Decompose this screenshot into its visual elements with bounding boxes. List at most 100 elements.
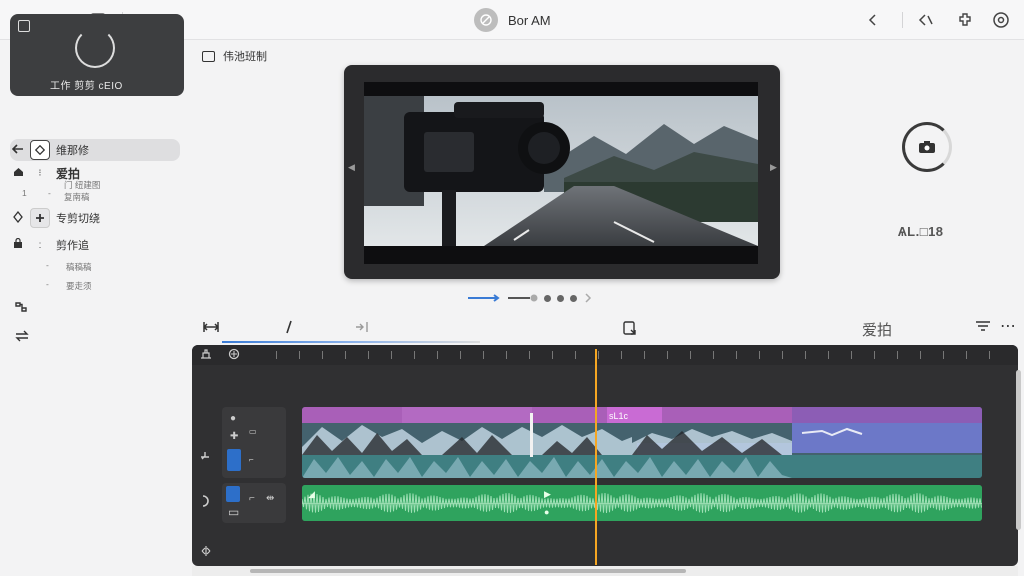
audio-marker-icon: ◢ bbox=[308, 489, 315, 499]
sidebar-item-label: 剪作追 bbox=[56, 240, 89, 252]
timeline-scrollbar[interactable] bbox=[192, 566, 1018, 576]
app-logo-icon bbox=[474, 8, 498, 32]
pager-active-dot-icon[interactable] bbox=[508, 294, 538, 302]
audio-keyframe-icon: ● bbox=[544, 507, 549, 517]
split-track-icon[interactable] bbox=[200, 545, 212, 560]
timeline-ruler[interactable] bbox=[192, 345, 1018, 365]
preview-label-text: 伟池班制 bbox=[223, 51, 267, 63]
ruler-tick bbox=[897, 351, 898, 359]
monitor-icon[interactable]: ▭ bbox=[228, 505, 239, 519]
sidebar-bullet: - bbox=[46, 260, 49, 270]
sidebar-item-sub: 稿稿稿 bbox=[66, 262, 92, 272]
ruler-tick bbox=[575, 351, 576, 359]
snap-icon[interactable] bbox=[228, 348, 240, 363]
sidebar-item-4[interactable]: : 剪作追 bbox=[10, 234, 89, 256]
dot-icon: : bbox=[38, 239, 42, 251]
audio-track-icon[interactable] bbox=[200, 495, 210, 510]
sidebar-item-sub: 要走须 bbox=[66, 281, 92, 291]
timeline[interactable]: ● ✚ ▭ ⌐ ▭ ⌐ ⇹ sL1c ◢ ▶ ● bbox=[192, 345, 1018, 566]
pager-dot[interactable] bbox=[544, 294, 551, 302]
pager-dot[interactable] bbox=[570, 294, 577, 302]
swap-icon[interactable] bbox=[14, 330, 30, 345]
crop-icon[interactable]: ⌐ bbox=[249, 455, 254, 464]
ruler-tick bbox=[851, 351, 852, 359]
pager-next-icon[interactable] bbox=[583, 293, 593, 303]
sidebar bbox=[0, 40, 192, 576]
sidebar-item-3[interactable]: 专剪切绕 bbox=[10, 207, 100, 229]
plus-icon bbox=[30, 208, 50, 228]
video-clip[interactable]: sL1c bbox=[302, 407, 982, 478]
ruler-tick bbox=[736, 351, 737, 359]
preview-toggle[interactable]: 伟池班制 bbox=[202, 48, 267, 64]
title-clip-label: sL1c bbox=[609, 411, 629, 421]
ruler-tick bbox=[552, 351, 553, 359]
video-track-header[interactable]: ● ✚ ▭ ⌐ bbox=[222, 407, 286, 478]
settings-icon[interactable] bbox=[991, 10, 1011, 30]
pager-dot[interactable] bbox=[557, 294, 564, 302]
audio-keyframe-icon: ▶ bbox=[544, 489, 551, 499]
ruler-tick bbox=[644, 351, 645, 359]
sidebar-bullet: 1 bbox=[22, 188, 27, 198]
preview-checkbox[interactable] bbox=[202, 50, 215, 62]
audio-select-indicator[interactable] bbox=[226, 486, 240, 502]
collaborate-icon[interactable] bbox=[916, 10, 936, 30]
toolbar-active-underline bbox=[222, 341, 480, 343]
ruler-tick bbox=[690, 351, 691, 359]
ruler-tick bbox=[667, 351, 668, 359]
ruler-tick bbox=[322, 351, 323, 359]
ruler-tick bbox=[437, 351, 438, 359]
ruler-tick bbox=[345, 351, 346, 359]
filter-icon[interactable] bbox=[975, 320, 991, 335]
preview-pager[interactable] bbox=[468, 292, 593, 304]
ruler-tick bbox=[276, 351, 277, 359]
ruler-tick bbox=[460, 351, 461, 359]
ruler-tick bbox=[598, 351, 599, 359]
record-button[interactable] bbox=[902, 122, 952, 172]
sidebar-item-label: 专剪切绕 bbox=[56, 213, 100, 225]
trim-icon[interactable] bbox=[202, 320, 220, 337]
share-icon[interactable] bbox=[862, 10, 882, 30]
record-dot-icon[interactable]: ● bbox=[230, 413, 236, 424]
audio-track-header[interactable]: ▭ ⌐ ⇹ bbox=[222, 483, 286, 523]
volume-icon[interactable]: ⌐ bbox=[249, 493, 255, 504]
transition-icon[interactable] bbox=[354, 320, 370, 337]
blade-icon[interactable] bbox=[284, 320, 294, 337]
next-frame-arrow-icon[interactable]: ▶ bbox=[770, 162, 777, 173]
add-icon[interactable]: ✚ bbox=[230, 431, 238, 442]
project-card[interactable]: 工作 剪剪 cEIO bbox=[10, 14, 184, 96]
sidebar-item-sub: 复南稿 bbox=[64, 192, 90, 202]
ruler-tick bbox=[391, 351, 392, 359]
ruler-tick bbox=[805, 351, 806, 359]
sidebar-bullet: - bbox=[46, 279, 49, 289]
prev-frame-arrow-icon[interactable]: ◀ bbox=[348, 162, 355, 173]
split-icon[interactable] bbox=[14, 300, 28, 317]
balance-icon[interactable]: ⇹ bbox=[266, 493, 274, 504]
sidebar-item-sub: 门 纽建图 bbox=[64, 180, 101, 190]
ruler-tick bbox=[759, 351, 760, 359]
track-settings-icon[interactable] bbox=[200, 348, 212, 363]
lock-icon bbox=[10, 237, 26, 252]
audio-clip[interactable]: ◢ ▶ ● bbox=[302, 485, 982, 521]
ruler-tick bbox=[529, 351, 530, 359]
ruler-tick bbox=[506, 351, 507, 359]
project-card-label: 工作 剪剪 cEIO bbox=[50, 81, 123, 92]
pager-progress-arrow-icon bbox=[468, 294, 500, 302]
sidebar-item-0[interactable]: 维那修 bbox=[10, 139, 180, 161]
titlebar-divider-right bbox=[902, 12, 903, 28]
ruler-tick bbox=[920, 351, 921, 359]
ruler-tick bbox=[713, 351, 714, 359]
video-track-icon[interactable] bbox=[200, 451, 210, 466]
more-icon[interactable]: ⋯ bbox=[1000, 316, 1016, 336]
link-icon[interactable]: ▭ bbox=[249, 427, 257, 436]
ruler-tick bbox=[874, 351, 875, 359]
preview-screen[interactable] bbox=[364, 82, 758, 264]
export-icon[interactable] bbox=[622, 320, 638, 339]
diamond-outline-icon bbox=[10, 210, 26, 226]
extensions-icon[interactable] bbox=[955, 10, 975, 30]
edit-icon[interactable] bbox=[18, 20, 30, 32]
timeline-scrollbar-thumb[interactable] bbox=[250, 569, 686, 573]
playhead[interactable] bbox=[595, 349, 597, 565]
timeline-vertical-scrollbar[interactable] bbox=[1016, 370, 1021, 530]
track-select-indicator[interactable] bbox=[227, 449, 241, 471]
ruler-tick bbox=[483, 351, 484, 359]
